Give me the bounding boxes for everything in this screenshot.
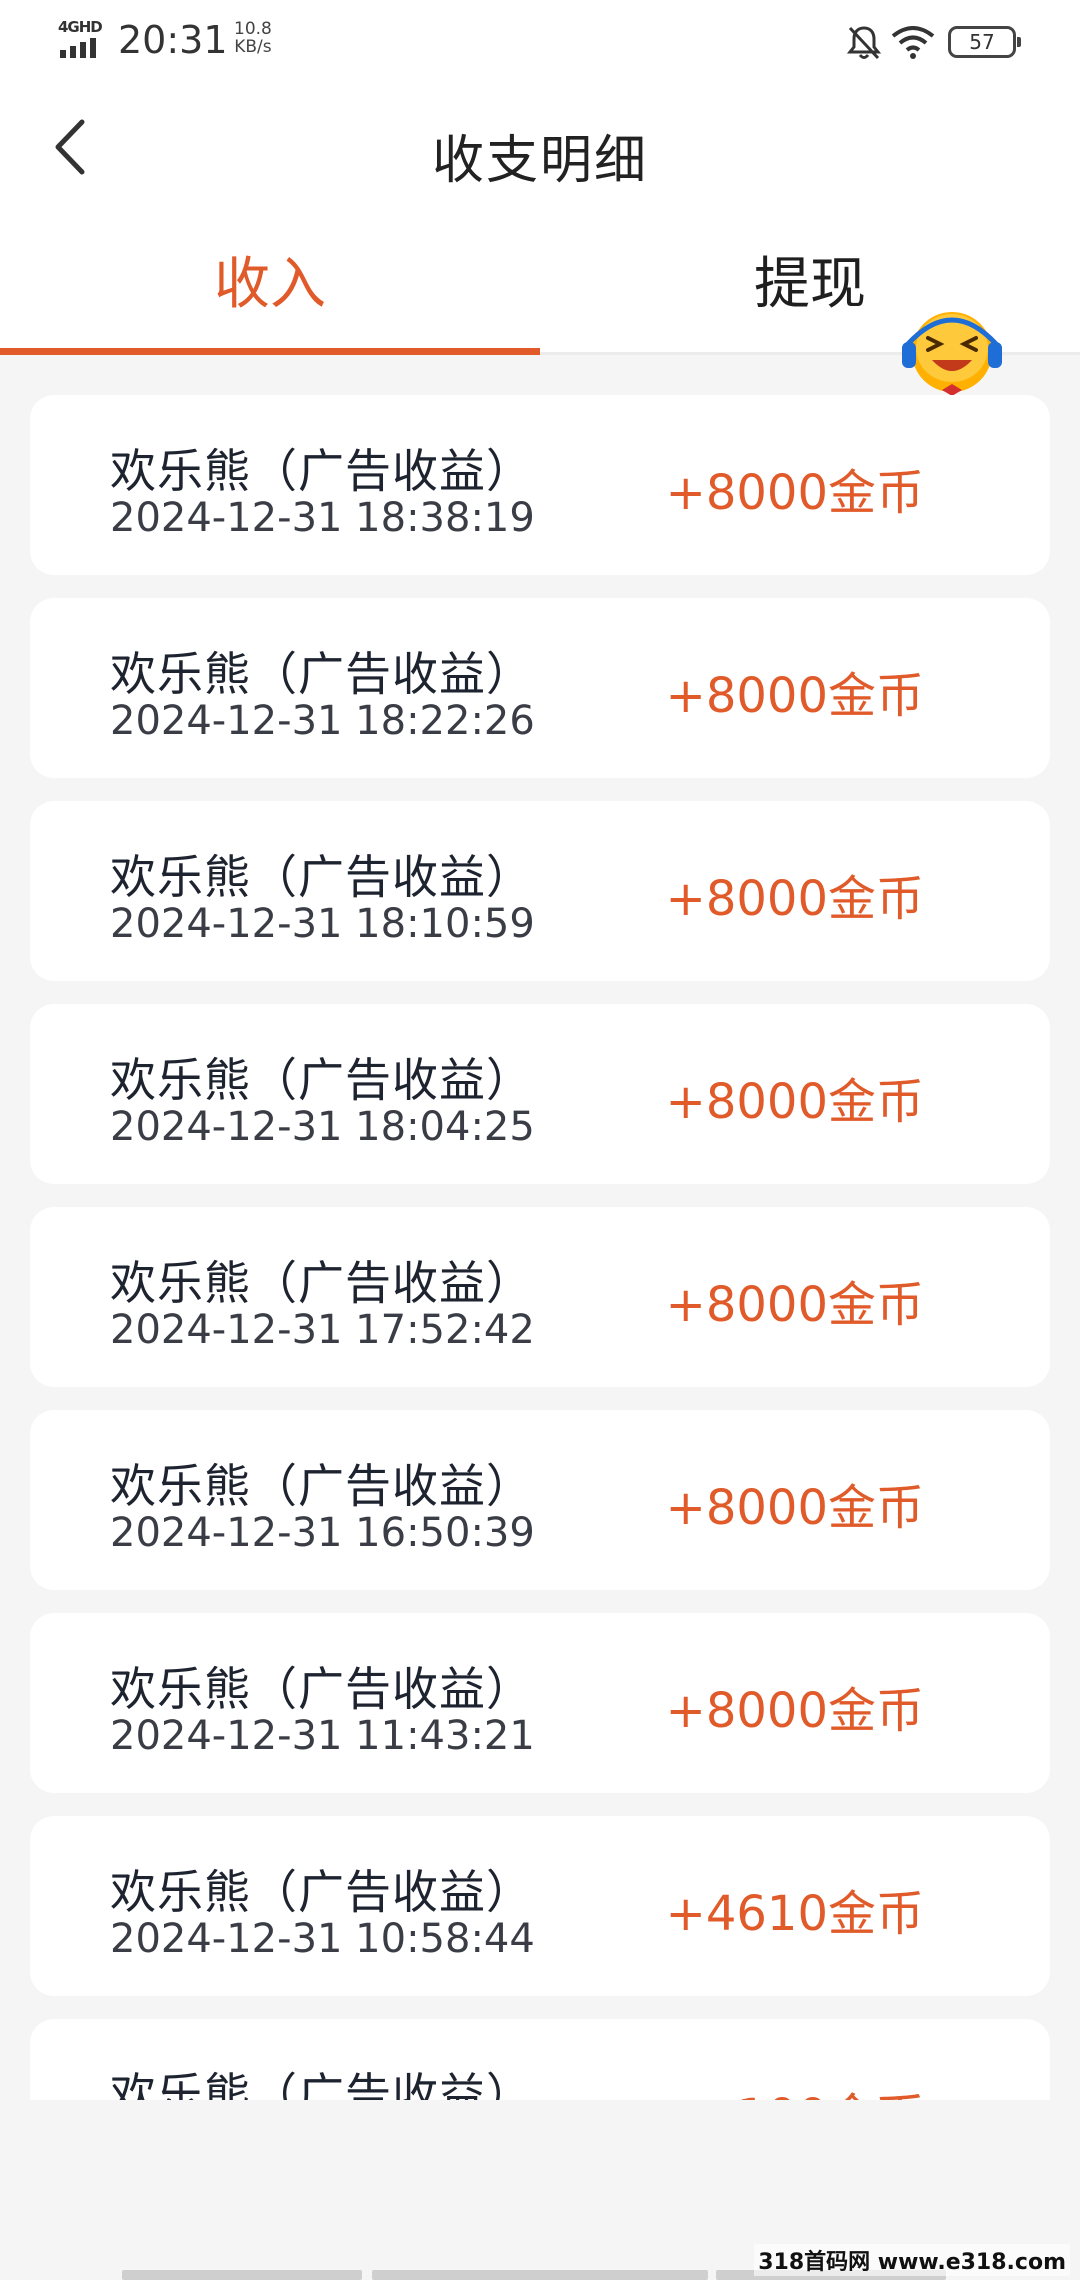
record-title: 欢乐熊（广告收益） — [110, 850, 533, 904]
list-item[interactable]: 欢乐熊（广告收益） 2024-12-31 18:22:26 +8000金币 — [30, 598, 1050, 778]
record-amount: +8000金币 — [665, 668, 924, 724]
record-time: 2024-12-31 18:04:25 — [110, 1104, 535, 1150]
nav-bar-segment — [122, 2270, 362, 2280]
income-list: 欢乐熊（广告收益） 2024-12-31 18:38:19 +8000金币 欢乐… — [30, 395, 1050, 2222]
status-time: 20:31 — [118, 18, 228, 62]
watermark: 318首码网 www.e318.com — [754, 2244, 1070, 2276]
record-amount: +8000金币 — [665, 1277, 924, 1333]
record-title: 欢乐熊（广告收益） — [110, 1662, 533, 1716]
record-time: 2024-12-31 10:58:44 — [110, 1916, 535, 1962]
bell-muted-icon — [846, 26, 882, 60]
record-title: 欢乐熊（广告收益） — [110, 1459, 533, 1513]
record-title: 欢乐熊（广告收益） — [110, 444, 533, 498]
record-amount: +8000金币 — [665, 1683, 924, 1739]
network-speed: 10.8 KB/s — [234, 20, 272, 56]
mascot-emoji-icon[interactable] — [898, 302, 1006, 400]
list-item[interactable]: 欢乐熊（广告收益） 2024-12-31 10:58:44 +4610金币 — [30, 1816, 1050, 1996]
record-title: 欢乐熊（广告收益） — [110, 1053, 533, 1107]
list-item[interactable]: 欢乐熊（广告收益） 2024-12-31 17:52:42 +8000金币 — [30, 1207, 1050, 1387]
list-item[interactable]: 欢乐熊（广告收益） 2024-12-31 18:10:59 +8000金币 — [30, 801, 1050, 981]
record-title: 欢乐熊（广告收益） — [110, 1865, 533, 1919]
record-time: 2024-12-31 11:43:21 — [110, 1713, 535, 1759]
record-time: 2024-12-31 18:38:19 — [110, 495, 535, 541]
status-bar: 4GHD 20:31 10.8 KB/s 57 — [0, 0, 1080, 90]
network-speed-value: 10.8 — [234, 19, 272, 39]
list-item[interactable]: 欢乐熊（广告收益） 2024-12-31 11:43:21 +8000金币 — [30, 1613, 1050, 1793]
record-title: 欢乐熊（广告收益） — [110, 1256, 533, 1310]
nav-bar-segment — [372, 2270, 708, 2280]
record-amount: +8000金币 — [665, 1480, 924, 1536]
record-time: 2024-12-31 18:10:59 — [110, 901, 535, 947]
record-amount: +4610金币 — [665, 1886, 924, 1942]
page-title: 收支明细 — [431, 131, 648, 191]
signal-icon: 4GHD — [58, 18, 106, 62]
record-time: 2024-12-31 17:52:42 — [110, 1307, 535, 1353]
list-item[interactable]: 欢乐熊（广告收益） 2024-12-31 16:50:39 +8000金币 — [30, 1410, 1050, 1590]
active-tab-indicator — [0, 348, 540, 355]
record-time: 2024-12-31 16:50:39 — [110, 1510, 535, 1556]
battery-indicator: 57 — [948, 26, 1021, 58]
list-item[interactable]: 欢乐熊（广告收益） 2024-12-31 18:38:19 +8000金币 — [30, 395, 1050, 575]
record-time: 2024-12-31 18:22:26 — [110, 698, 535, 744]
record-title: 欢乐熊（广告收益） — [110, 647, 533, 701]
list-item[interactable]: 欢乐熊（广告收益） 2024-12-31 18:04:25 +8000金币 — [30, 1004, 1050, 1184]
network-type: 4GHD — [58, 18, 103, 36]
record-amount: +8000金币 — [665, 871, 924, 927]
record-amount: +8000金币 — [665, 465, 924, 521]
tab-income[interactable]: 收入 — [0, 250, 540, 320]
record-amount: +8000金币 — [665, 1074, 924, 1130]
network-speed-unit: KB/s — [234, 37, 272, 57]
wifi-icon — [891, 26, 935, 59]
